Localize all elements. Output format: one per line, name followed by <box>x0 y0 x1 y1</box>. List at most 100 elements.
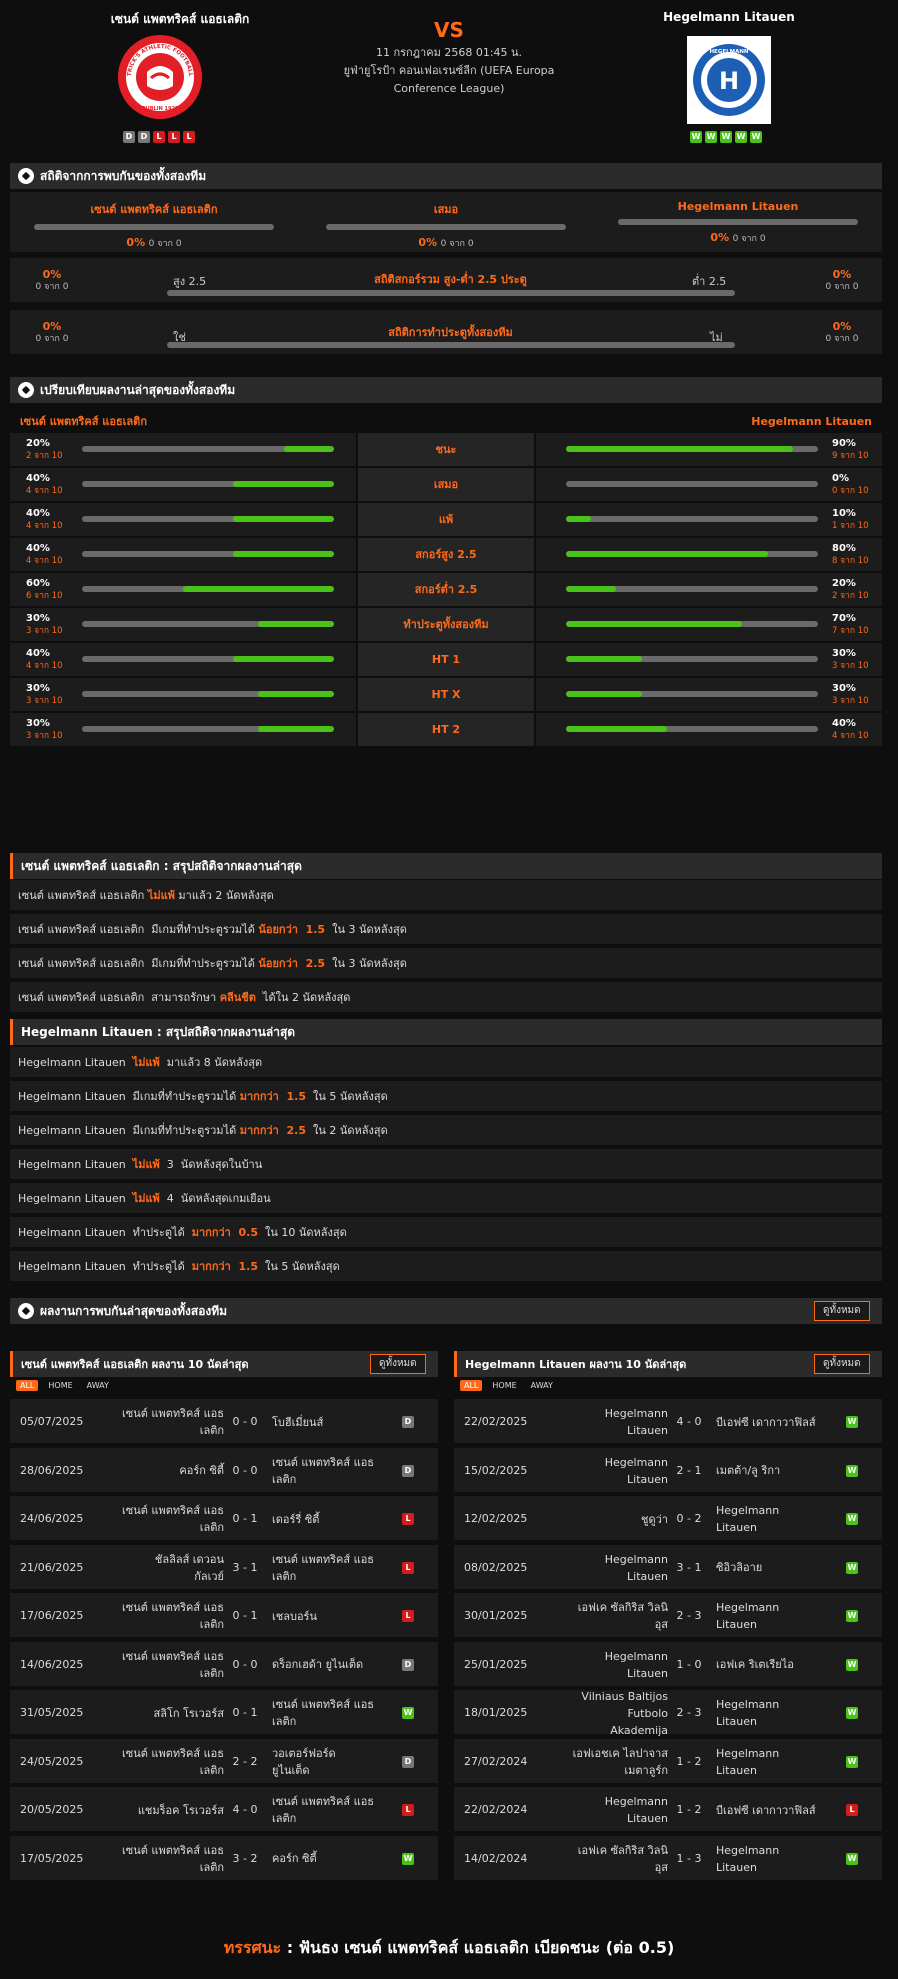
ou-left-count: 0 จาก 0 <box>35 282 69 292</box>
match-row[interactable]: 20/05/2025 แชมร็อค โรเวอร์ส 4 - 0 เซนต์ แพต… <box>10 1787 438 1833</box>
compare-away-cell: 30% 3 จาก 10 <box>536 643 882 676</box>
compare-home-fill <box>283 446 334 452</box>
match-row[interactable]: 24/05/2025 เซนต์ แพตทริคส์ แอธ เลติก 2 - 2… <box>10 1738 438 1785</box>
compare-home-cell: 60% 6 จาก 10 <box>10 573 356 606</box>
match-score: 0 - 1 <box>232 1609 258 1622</box>
match-home-team: สลิโก โรเวอร์ส <box>153 1706 224 1720</box>
match-row[interactable]: 14/06/2025 เซนต์ แพตทริคส์ แอธ เลติก 0 - 0… <box>10 1641 438 1688</box>
summary-highlight: มากกว่า 1.5 <box>239 1090 306 1103</box>
compare-away-value: 20% 2 จาก 10 <box>832 578 869 602</box>
compare-row: 40% 4 จาก 10 เสมอ 0% 0 จาก 10 <box>10 468 882 503</box>
summary-text: Hegelmann Litauen มีเกมที่ทำประตูรวมได้ <box>18 1090 240 1103</box>
match-date: 12/02/2025 <box>464 1512 528 1525</box>
h2h-draw-bar <box>326 224 566 230</box>
compare-away-fill <box>566 446 793 452</box>
away-form-badges: WWWWW <box>690 131 762 143</box>
compare-away-cell: 10% 1 จาก 10 <box>536 503 882 536</box>
match-row[interactable]: 21/06/2025 ชัลลิลส์ เดวอน กัลเวย์ 3 - 1 เซน… <box>10 1544 438 1591</box>
compare-away-bar <box>566 656 818 662</box>
summary-row: Hegelmann Litauen มีเกมที่ทำประตูรวมได้ … <box>10 1081 882 1111</box>
summary-text: เซนต์ แพตทริคส์ แอธเลติก <box>18 889 148 902</box>
match-row[interactable]: 27/02/2024 เอฟเอชเค ไลปาจาส เมตาลูร์ก 1 - … <box>454 1738 882 1785</box>
compare-away-count: 3 จาก 10 <box>832 661 869 671</box>
match-row[interactable]: 05/07/2025 เซนต์ แพตทริคส์ แอธ เลติก 0 - 0… <box>10 1399 438 1445</box>
match-row[interactable]: 17/05/2025 เซนต์ แพตทริคส์ แอธ เลติก 3 - 2… <box>10 1835 438 1882</box>
home-tab-all[interactable]: ALL <box>16 1380 39 1391</box>
compare-row: 20% 2 จาก 10 ชนะ 90% 9 จาก 10 <box>10 433 882 468</box>
match-score: 0 - 2 <box>676 1512 702 1525</box>
home-tab-home[interactable]: HOME <box>44 1380 76 1391</box>
compare-home-pct: 40% <box>26 508 50 519</box>
away-summary-header: Hegelmann Litauen : สรุปสถิติจากผลงานล่า… <box>10 1019 882 1045</box>
view-all-button[interactable]: ดูทั้งหมด <box>814 1301 870 1321</box>
match-home-team: Hegelmann Litauen <box>604 1552 668 1583</box>
compare-title: เปรียบเทียบผลงานล่าสุดของทั้งสองทีม <box>40 382 236 397</box>
match-row[interactable]: 17/06/2025 เซนต์ แพตทริคส์ แอธ เลติก 0 - 1… <box>10 1593 438 1639</box>
match-home-team: เอฟเค ซัลกิริส วิลนิ อุส <box>577 1843 668 1874</box>
match-row[interactable]: 14/02/2024 เอฟเค ซัลกิริส วิลนิ อุส 1 - 3 H… <box>454 1835 882 1882</box>
match-result-badge: W <box>402 1707 414 1719</box>
compare-away-cell: 80% 8 จาก 10 <box>536 538 882 571</box>
match-row[interactable]: 22/02/2024 Hegelmann Litauen 1 - 2 บีเอฟซี … <box>454 1787 882 1833</box>
compare-away-pct: 0% <box>832 473 849 484</box>
away-tab-all[interactable]: ALL <box>460 1380 483 1391</box>
compare-away-bar <box>566 691 818 697</box>
compare-home-count: 3 จาก 10 <box>26 626 63 636</box>
compare-away-count: 4 จาก 10 <box>832 731 869 741</box>
away-tab-away[interactable]: AWAY <box>527 1380 557 1391</box>
match-row[interactable]: 25/01/2025 Hegelmann Litauen 1 - 0 เอฟเค ริ… <box>454 1641 882 1688</box>
match-info: 11 กรกฎาคม 2568 01:45 น. ยูฟ่ายูโรป้า คอ… <box>324 44 574 98</box>
h2h-draw-col: เสมอ 0% 0 จาก 0 <box>320 200 572 250</box>
match-row[interactable]: 30/01/2025 เอฟเค ซัลกิริส วิลนิ อุส 2 - 3 H… <box>454 1593 882 1639</box>
match-row[interactable]: 08/02/2025 Hegelmann Litauen 3 - 1 ซิอิวลิอ… <box>454 1544 882 1591</box>
home-tab-away[interactable]: AWAY <box>83 1380 113 1391</box>
compare-away-fill <box>566 726 667 732</box>
match-date: 17/06/2025 <box>20 1609 84 1622</box>
summary-row: Hegelmann Litauen ทำประตูได้ มากกว่า 1.5… <box>10 1251 882 1281</box>
compare-home-bar <box>82 691 334 697</box>
match-score: 0 - 0 <box>232 1463 258 1477</box>
compare-home-fill <box>233 656 334 662</box>
match-date: 14/06/2025 <box>20 1657 84 1671</box>
h2h-home-pct: 0% <box>126 236 146 249</box>
match-home-team: คอร์ก ซิตี้ <box>179 1464 224 1477</box>
match-row[interactable]: 31/05/2025 สลิโก โรเวอร์ส 0 - 1 เซนต์ แพตทร… <box>10 1690 438 1736</box>
match-home-team: เซนต์ แพตทริคส์ แอธ เลติก <box>121 1649 224 1680</box>
summary-highlight: น้อยกว่า 1.5 <box>258 923 326 936</box>
match-away-team: Hegelmann Litauen <box>716 1504 780 1534</box>
compare-home-value: 40% 4 จาก 10 <box>26 508 63 532</box>
match-date: 30/01/2025 <box>464 1609 528 1622</box>
match-row[interactable]: 22/02/2025 Hegelmann Litauen 4 - 0 บีเอฟซี … <box>454 1399 882 1445</box>
match-row[interactable]: 12/02/2025 ชูดูว่า 0 - 2 Hegelmann Litauen W <box>454 1496 882 1542</box>
form-badge: D <box>123 131 135 143</box>
compare-row: 30% 3 จาก 10 HT 2 40% 4 จาก 10 <box>10 713 882 748</box>
match-score: 2 - 3 <box>676 1609 702 1622</box>
compare-home-pct: 40% <box>26 648 50 659</box>
verdict-label: ทรรศนะ <box>223 1938 282 1957</box>
compare-away-value: 80% 8 จาก 10 <box>832 543 869 567</box>
home-view-all-button[interactable]: ดูทั้งหมด <box>370 1354 426 1374</box>
match-date: 21/06/2025 <box>20 1560 84 1574</box>
away-team-name[interactable]: Hegelmann Litauen <box>609 10 849 24</box>
away-tab-home[interactable]: HOME <box>488 1380 520 1391</box>
match-home-team: แชมร็อค โรเวอร์ส <box>137 1803 224 1817</box>
match-away-team: เดอร์รี่ ซิตี้ <box>272 1512 320 1526</box>
match-home-team: เซนต์ แพตทริคส์ แอธ เลติก <box>121 1843 224 1874</box>
match-date: 22/02/2025 <box>464 1415 528 1428</box>
match-date: 14/02/2024 <box>464 1851 528 1865</box>
compare-label: สกอร์สูง 2.5 <box>358 538 534 571</box>
compare-away-cell: 40% 4 จาก 10 <box>536 713 882 746</box>
away-view-all-button[interactable]: ดูทั้งหมด <box>814 1354 870 1374</box>
compare-home-fill <box>233 551 334 557</box>
compare-home-count: 4 จาก 10 <box>26 521 63 531</box>
compare-home-pct: 40% <box>26 473 50 484</box>
match-result-badge: W <box>846 1464 858 1477</box>
match-date: 31/05/2025 <box>20 1706 84 1719</box>
home-team-logo: ST. PATRICK'S ATHLETIC FOOTBALL CLUB DUB… <box>117 34 202 119</box>
match-row[interactable]: 24/06/2025 เซนต์ แพตทริคส์ แอธ เลติก 0 - 1… <box>10 1496 438 1542</box>
match-away-team: บีเอฟซี เดากาวาฟิลส์ <box>716 1803 816 1817</box>
match-row[interactable]: 15/02/2025 Hegelmann Litauen 2 - 1 เมตต้า/ล… <box>454 1447 882 1494</box>
compare-home-pct: 30% <box>26 613 50 624</box>
match-row[interactable]: 28/06/2025 คอร์ก ซิตี้ 0 - 0 เซนต์ แพตทริคส… <box>10 1447 438 1494</box>
match-row[interactable]: 18/01/2025 Vilniaus Baltijos Futbolo Akad… <box>454 1690 882 1737</box>
